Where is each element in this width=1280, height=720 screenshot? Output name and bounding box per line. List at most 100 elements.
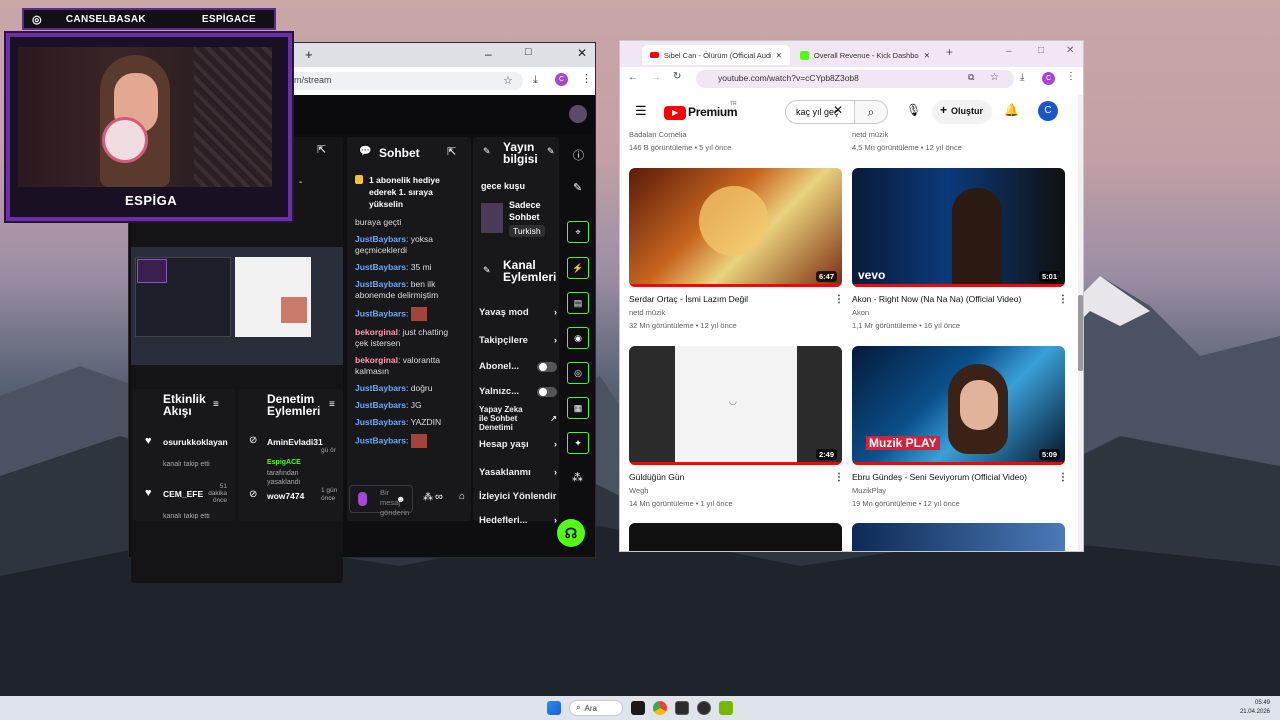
video-title[interactable]: Akon - Right Now (Na Na Na) (Official Vi…: [852, 294, 1052, 304]
broadcast-icon[interactable]: ◎: [567, 362, 589, 384]
chat-username[interactable]: JustBaybars: [355, 435, 406, 445]
minimize-button[interactable]: –: [1006, 46, 1012, 57]
chat-bubble-icon[interactable]: ◉: [567, 327, 589, 349]
video-thumbnail[interactable]: 6:47: [629, 168, 842, 287]
document-icon[interactable]: ▤: [567, 292, 589, 314]
filter-icon[interactable]: ≡: [329, 399, 335, 410]
chat-username[interactable]: JustBaybars: [355, 279, 406, 289]
edit-icon[interactable]: ✎: [547, 146, 555, 157]
menu-banned[interactable]: Yasaklanmı ›: [473, 467, 557, 478]
system-clock[interactable]: 05:49 21.04.2026: [1240, 699, 1270, 717]
mod-event-user[interactable]: AminEvladi31: [267, 437, 323, 447]
notifications-icon[interactable]: 🔔: [1004, 103, 1019, 117]
scrollbar-track[interactable]: [1078, 95, 1083, 551]
video-thumbnail[interactable]: Muzik PLAY 5:09: [852, 346, 1065, 465]
event-user[interactable]: osurukkoklayan: [163, 437, 228, 447]
profile-avatar[interactable]: C: [1042, 72, 1055, 85]
video-thumbnail[interactable]: [629, 523, 842, 551]
chrome-icon[interactable]: [653, 701, 667, 715]
emote-only-toggle[interactable]: [537, 386, 557, 397]
chat-username[interactable]: bekorginal: [355, 327, 398, 337]
popout-icon[interactable]: ⇱: [447, 145, 456, 158]
video-title[interactable]: Serdar Ortaç - İsmi Lazım Değil: [629, 294, 829, 304]
menu-raid[interactable]: İzleyici Yönlendir: [473, 491, 557, 502]
video-menu-icon[interactable]: ⋮: [834, 472, 844, 483]
menu-goals[interactable]: Hedefleri... ›: [473, 515, 557, 526]
search-input[interactable]: kaç yıl geç: [785, 100, 855, 124]
browser-menu-icon[interactable]: ⋮: [581, 72, 592, 85]
support-button[interactable]: ☊: [557, 519, 585, 547]
pinned-message[interactable]: 1 abonelik hediye ederek 1. sıraya yükse…: [369, 174, 465, 210]
create-button[interactable]: + Oluştur: [932, 100, 992, 124]
browser-menu-icon[interactable]: ⋮: [1066, 71, 1076, 82]
new-tab-button[interactable]: +: [946, 45, 953, 59]
scrollbar-thumb[interactable]: [1078, 295, 1083, 371]
cast-icon[interactable]: ⧉: [968, 72, 974, 83]
menu-ai-moderation[interactable]: Yapay Zeka ile Sohbet Denetimi ↗: [473, 405, 557, 432]
start-icon[interactable]: [547, 701, 561, 715]
video-title[interactable]: Ebru Gündeş - Seni Seviyorum (Official V…: [852, 472, 1052, 482]
maximize-button[interactable]: □: [525, 46, 532, 58]
new-tab-button[interactable]: +: [305, 47, 313, 62]
stream-category[interactable]: Sadece Sohbet: [509, 199, 555, 223]
forward-icon[interactable]: →: [651, 72, 661, 83]
clear-search-icon[interactable]: ✕: [833, 103, 843, 117]
mod-event-user[interactable]: wow7474: [267, 491, 304, 501]
video-thumbnail[interactable]: ◡ 2:49: [629, 346, 842, 465]
bookmark-icon[interactable]: ☆: [503, 74, 513, 87]
event-user[interactable]: CEM_EFE: [163, 489, 203, 499]
download-icon[interactable]: ⤓: [1020, 72, 1024, 83]
chat-username[interactable]: JustBaybars: [355, 262, 406, 272]
chat-username[interactable]: bekorginal: [355, 355, 398, 365]
user-avatar[interactable]: [569, 105, 587, 123]
mic-icon[interactable]: [358, 492, 367, 506]
video-menu-icon[interactable]: ⋮: [1058, 294, 1068, 305]
tab-youtube[interactable]: Sibel Can - Ölürüm (Official Audio) ✕: [642, 45, 790, 65]
menu-followers[interactable]: Takipçilere ›: [473, 335, 557, 346]
video-menu-icon[interactable]: ⋮: [834, 294, 844, 305]
nvidia-icon[interactable]: [719, 701, 733, 715]
popout-icon[interactable]: ⇱: [317, 143, 326, 156]
chat-username[interactable]: JustBaybars: [355, 383, 406, 393]
info-icon[interactable]: ⓘ: [573, 147, 584, 163]
video-channel[interactable]: netd müzik: [852, 129, 888, 140]
chat-username[interactable]: JustBaybars: [355, 417, 406, 427]
community-icon[interactable]: ⁂: [572, 471, 583, 484]
chat-username[interactable]: JustBaybars: [355, 400, 406, 410]
menu-account-age[interactable]: Hesap yaşı ›: [473, 439, 557, 450]
video-channel[interactable]: Wegh: [629, 485, 648, 496]
clip-icon[interactable]: ⌖: [567, 221, 589, 243]
back-icon[interactable]: ←: [628, 72, 638, 83]
reload-icon[interactable]: ↻: [673, 71, 681, 82]
tools-icon[interactable]: ✦: [567, 432, 589, 454]
bookmark-icon[interactable]: ☆: [990, 72, 999, 83]
store-icon[interactable]: ⌂: [459, 491, 465, 502]
youtube-premium-label[interactable]: Premium: [688, 105, 738, 119]
video-channel[interactable]: netd müzik: [629, 307, 665, 318]
chat-username[interactable]: JustBaybars: [355, 234, 406, 244]
layout-icon[interactable]: ▦: [567, 397, 589, 419]
youtube-logo-icon[interactable]: ▶: [664, 106, 686, 120]
profile-avatar[interactable]: C: [555, 73, 568, 86]
video-channel[interactable]: MuzikPlay: [852, 485, 886, 496]
bolt-icon[interactable]: ⚡: [567, 257, 589, 279]
video-channel[interactable]: Akon: [852, 307, 869, 318]
menu-subscribers[interactable]: Abonel...: [473, 361, 557, 372]
emoji-icon[interactable]: ☻: [396, 494, 405, 504]
menu-emote-only[interactable]: Yalnızc...: [473, 386, 557, 397]
url-field[interactable]: youtube.com/watch?v=cCYpb8Z3ob8: [696, 70, 1014, 88]
subscribers-toggle[interactable]: [537, 361, 557, 372]
task-view-icon[interactable]: [631, 701, 645, 715]
close-button[interactable]: ✕: [577, 46, 587, 60]
points-icon[interactable]: ⁂: [423, 492, 433, 503]
hamburger-menu-icon[interactable]: ☰: [635, 103, 647, 119]
video-title[interactable]: Güldüğün Gün: [629, 472, 829, 482]
video-channel[interactable]: Badalan Cornelia: [629, 129, 687, 140]
minimize-button[interactable]: –: [485, 47, 492, 61]
filter-icon[interactable]: ≡: [213, 399, 219, 410]
tab-kick-dashboard[interactable]: Overall Revenue - Kick Dashboard ✕: [792, 45, 938, 65]
video-thumbnail[interactable]: vevo 5:01: [852, 168, 1065, 287]
mod-event-by[interactable]: EspigACE: [267, 459, 301, 466]
obs-icon[interactable]: [675, 701, 689, 715]
tab-close-icon[interactable]: ✕: [924, 51, 930, 60]
